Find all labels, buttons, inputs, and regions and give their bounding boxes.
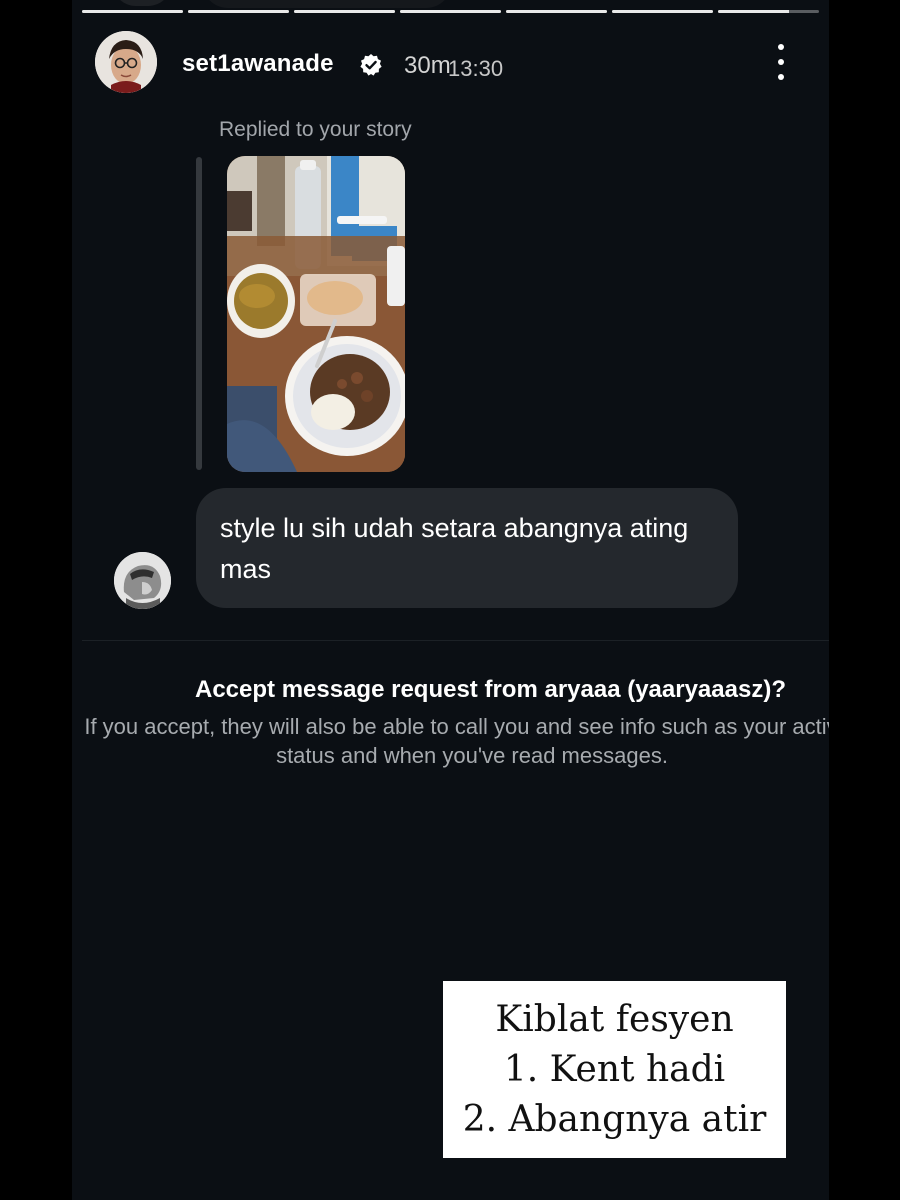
story-progress-segment (612, 10, 713, 13)
story-time-ago: 30m (404, 52, 451, 79)
sender-avatar[interactable] (114, 552, 171, 609)
caption-line: 1. Kent hadi (503, 1049, 726, 1090)
sender-avatar-image (114, 552, 171, 609)
story-progress-bar (82, 10, 819, 13)
story-progress-segment (400, 10, 501, 13)
avatar[interactable] (95, 31, 157, 93)
caption-line: 2. Abangnya atir (462, 1099, 767, 1140)
story-progress-segment (294, 10, 395, 13)
previous-story-edge (112, 0, 172, 6)
story-progress-segment (82, 10, 183, 13)
story-screen: set1awanade 30m 13:30 Replied to your st… (72, 0, 829, 1200)
story-photo-thumbnail[interactable] (227, 156, 405, 472)
verified-badge-icon (360, 54, 382, 76)
previous-story-edge (202, 0, 452, 8)
reply-indicator-bar (196, 157, 202, 470)
more-vertical-icon[interactable] (769, 44, 793, 80)
overlay-clock-time: 13:30 (448, 56, 504, 81)
message-bubble[interactable]: style lu sih udah setara abangnya ating … (196, 488, 738, 608)
message-request-description: If you accept, they will also be able to… (84, 714, 829, 768)
story-photo-image (227, 156, 405, 472)
caption-line: Kiblat fesyen (495, 999, 734, 1040)
story-caption-box: Kiblat fesyen 1. Kent hadi 2. Abangnya a… (443, 981, 786, 1158)
divider (82, 640, 829, 641)
message-request-title: Accept message request from aryaaa (yaar… (195, 676, 786, 703)
replied-to-story-label: Replied to your story (219, 118, 412, 141)
story-progress-segment (718, 10, 819, 13)
profile-avatar-image (95, 31, 157, 93)
username[interactable]: set1awanade (182, 50, 334, 78)
story-progress-segment (506, 10, 607, 13)
story-progress-segment (188, 10, 289, 13)
